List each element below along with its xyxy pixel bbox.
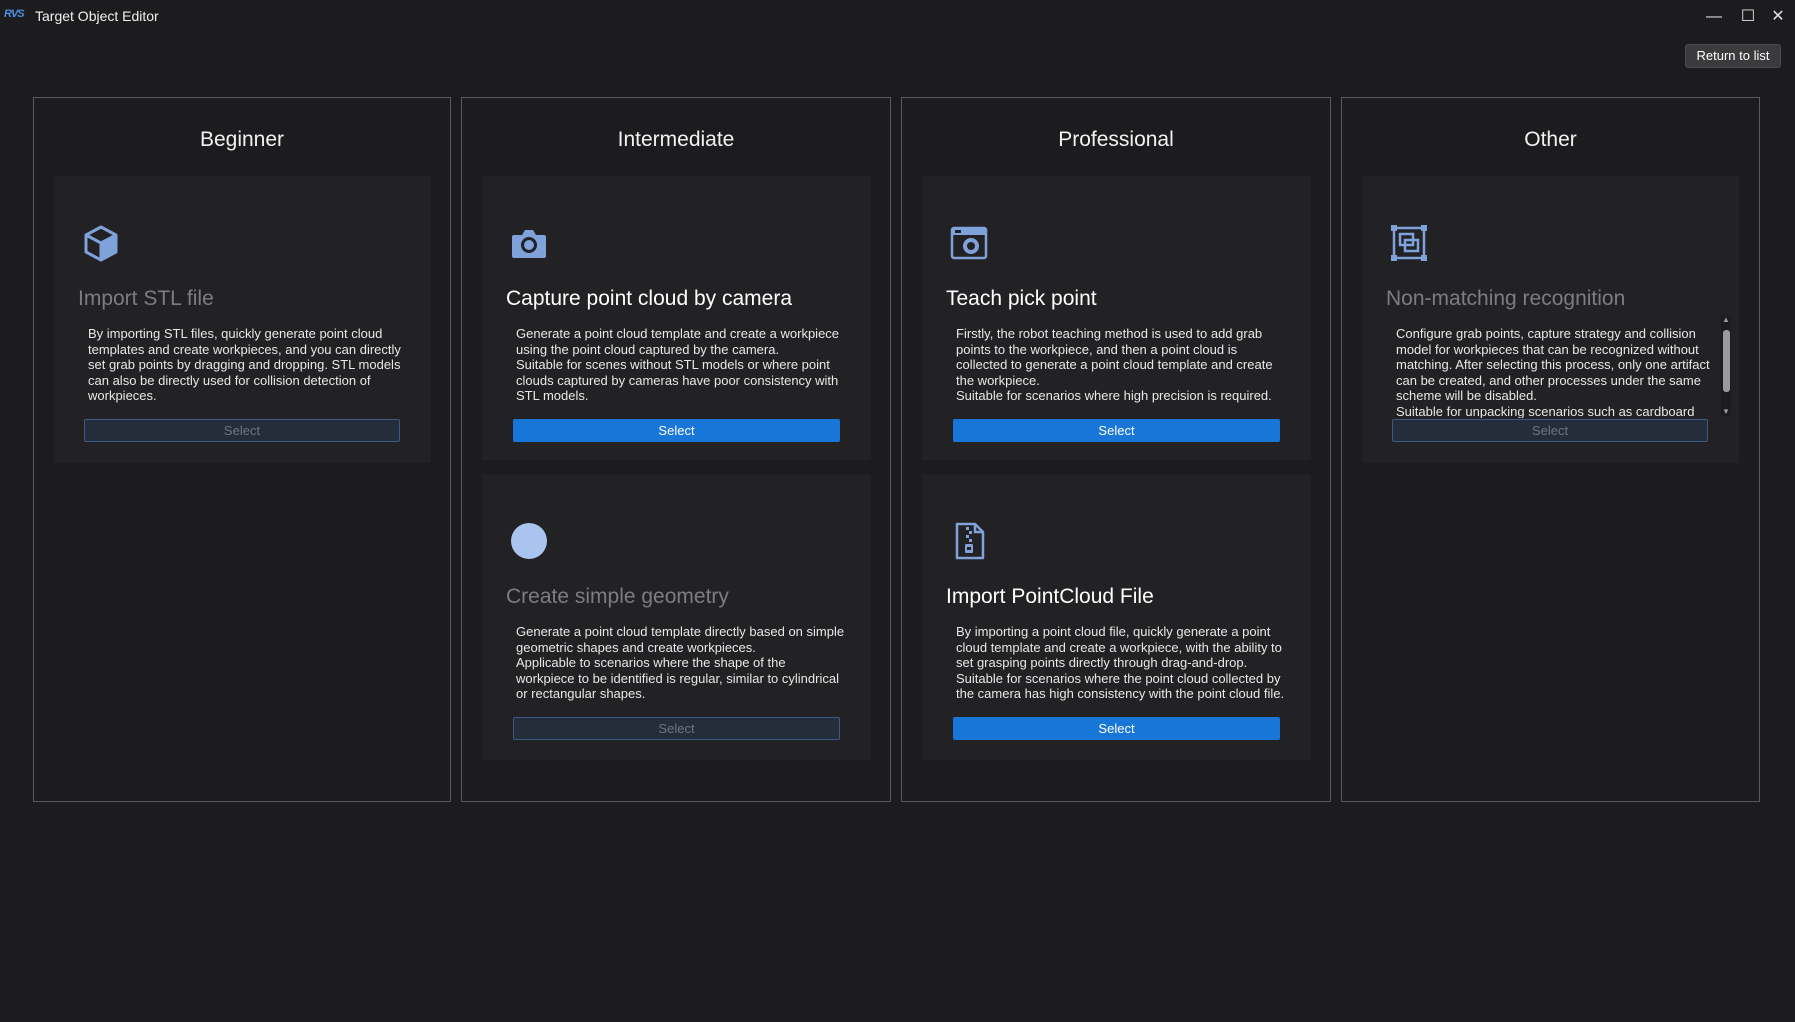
card-title: Capture point cloud by camera — [506, 287, 792, 310]
card-import-stl: Import STL file By importing STL files, … — [54, 176, 431, 463]
scroll-up-icon[interactable]: ▲ — [1721, 316, 1731, 324]
column-title: Intermediate — [617, 128, 735, 151]
card-simple-geometry: Create simple geometry Generate a point … — [482, 474, 871, 760]
card-capture-point-cloud: Capture point cloud by camera Generate a… — [482, 176, 871, 460]
window-title: Target Object Editor — [35, 8, 159, 24]
scroll-thumb[interactable] — [1723, 330, 1730, 392]
card-title: Create simple geometry — [506, 585, 729, 608]
select-button[interactable]: Select — [513, 419, 840, 442]
card-non-matching: Non-matching recognition Configure grab … — [1362, 176, 1739, 463]
app-logo: RVS — [4, 8, 25, 20]
card-teach-pick-point: Teach pick point Firstly, the robot teac… — [922, 176, 1311, 460]
select-button[interactable]: Select — [513, 717, 840, 740]
maximize-icon[interactable]: ☐ — [1737, 6, 1759, 28]
card-description: By importing STL files, quickly generate… — [88, 326, 401, 403]
photo-camera-icon — [950, 226, 988, 260]
column-title: Other — [1524, 128, 1577, 151]
column-beginner: Beginner Import STL file By importing ST… — [33, 97, 451, 802]
return-to-list-button[interactable]: Return to list — [1685, 44, 1781, 68]
card-description: Generate a point cloud template directly… — [516, 624, 845, 701]
frames-icon — [1391, 225, 1427, 261]
title-bar: RVS Target Object Editor — ☐ ✕ — [0, 0, 1795, 34]
scroll-down-icon[interactable]: ▼ — [1721, 408, 1731, 416]
card-title: Non-matching recognition — [1386, 287, 1626, 310]
camera-icon — [512, 230, 546, 258]
column-title: Professional — [1058, 128, 1174, 151]
minimize-icon[interactable]: — — [1703, 6, 1725, 28]
card-description-viewport[interactable]: Configure grab points, capture strategy … — [1396, 325, 1718, 418]
cube-icon — [84, 225, 118, 262]
card-title: Teach pick point — [946, 287, 1097, 310]
card-description: Firstly, the robot teaching method is us… — [956, 326, 1273, 403]
close-icon[interactable]: ✕ — [1767, 6, 1789, 28]
card-description: Generate a point cloud template and crea… — [516, 326, 840, 403]
select-button[interactable]: Select — [953, 717, 1280, 740]
card-description: By importing a point cloud file, quickly… — [956, 624, 1285, 701]
file-zip-icon — [955, 522, 985, 560]
circle-icon — [511, 523, 547, 559]
select-button[interactable]: Select — [953, 419, 1280, 442]
card-description: Configure grab points, capture strategy … — [1396, 326, 1710, 418]
select-button[interactable]: Select — [1392, 419, 1708, 442]
column-title: Beginner — [199, 128, 285, 151]
column-intermediate: Intermediate Capture point cloud by came… — [461, 97, 891, 802]
card-import-pointcloud: Import PointCloud File By importing a po… — [922, 474, 1311, 760]
column-professional: Professional Teach pick point Firstly, t… — [901, 97, 1331, 802]
column-other: Other Non-matching recognition Configure… — [1341, 97, 1760, 802]
select-button[interactable]: Select — [84, 419, 400, 442]
scrollbar[interactable]: ▲ ▼ — [1721, 316, 1731, 416]
card-title: Import PointCloud File — [946, 585, 1154, 608]
card-title: Import STL file — [78, 287, 214, 310]
